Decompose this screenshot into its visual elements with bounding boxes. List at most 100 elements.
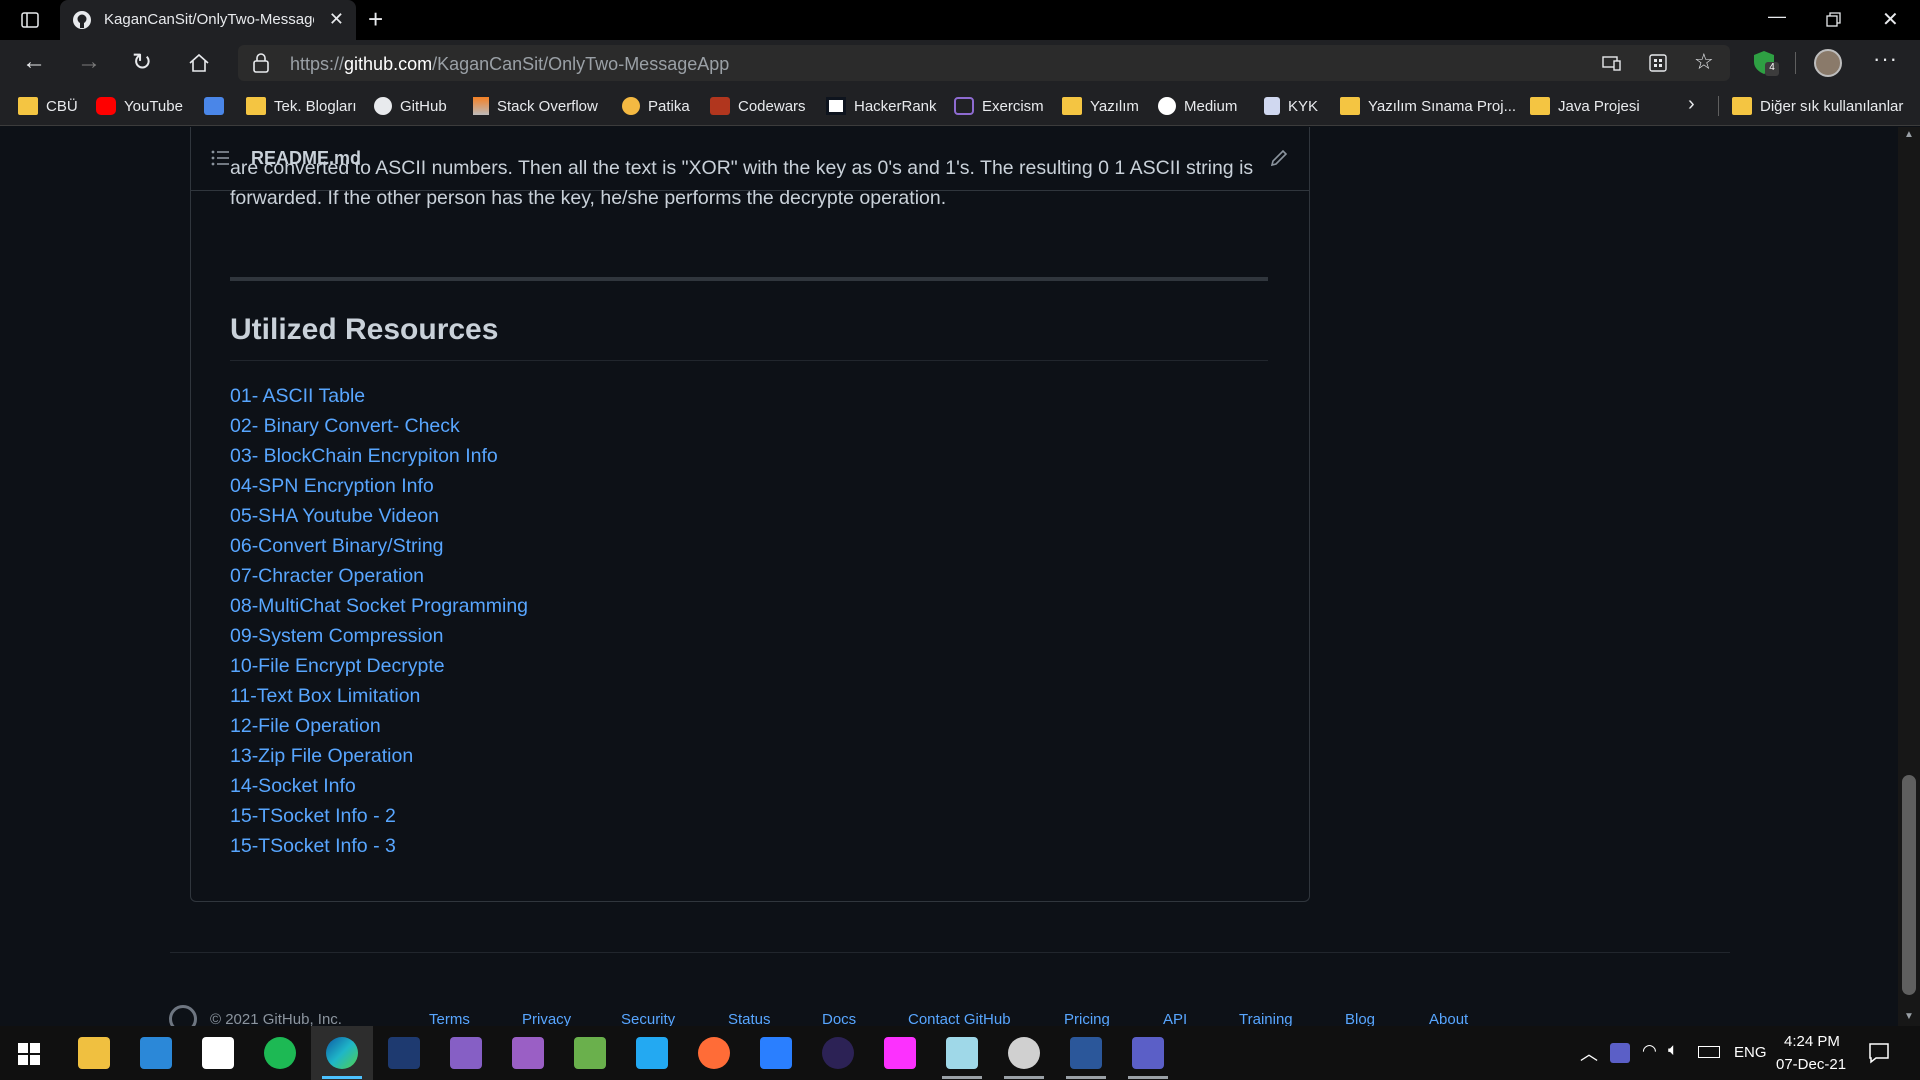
bookmark-label: Stack Overflow [497,97,598,115]
new-tab-icon[interactable]: + [368,4,383,35]
visual-studio-preview-icon[interactable] [512,1037,544,1069]
address-bar[interactable]: https://github.com/KaganCanSit/OnlyTwo-M… [238,45,1730,81]
volume-icon[interactable]: 🔈︎ [1668,1040,1678,1060]
favorites-star-icon[interactable]: ☆ [1694,49,1714,75]
bookmarks-divider [1718,96,1719,116]
bookmark-stack-overflow[interactable]: Stack Overflow [473,96,598,116]
chevron-right-icon[interactable]: › [1688,93,1695,116]
wireshark-icon[interactable] [760,1037,792,1069]
restore-icon[interactable] [1826,12,1842,28]
forward-icon[interactable]: → [77,48,101,76]
read-aloud-icon[interactable] [1648,53,1668,73]
edge-browser-icon[interactable] [326,1037,358,1069]
bookmark-youtube[interactable]: YouTube [96,96,183,116]
resource-link[interactable]: 06-Convert Binary/String [230,535,444,558]
resource-link[interactable]: 08-MultiChat Socket Programming [230,595,528,618]
vscode-icon[interactable] [636,1037,668,1069]
bookmark-patika[interactable]: Patika [622,96,690,116]
edit-pencil-icon[interactable] [1269,148,1289,168]
bookmark-kyk[interactable]: KYK [1264,96,1318,116]
bookmark-medium[interactable]: Medium [1158,96,1237,116]
notion-icon[interactable] [202,1037,234,1069]
bookmark-translate[interactable] [204,96,224,116]
clock-time[interactable]: 4:24 PM [1784,1033,1840,1050]
youtube-icon [96,97,116,115]
postman-icon[interactable] [698,1037,730,1069]
resource-link[interactable]: 14-Socket Info [230,775,356,798]
language-indicator[interactable]: ENG [1734,1044,1767,1061]
scroll-up-icon[interactable]: ▲ [1904,129,1914,140]
file-explorer-icon[interactable] [78,1037,110,1069]
teams-tray-icon[interactable] [1610,1043,1630,1063]
footer-divider [170,952,1730,953]
running-app-indicator [942,1076,982,1079]
bookmark-tek-bloglari[interactable]: Tek. Blogları [246,96,357,116]
lock-icon[interactable] [252,53,270,73]
scrollbar-thumb[interactable] [1902,775,1916,995]
app-available-icon[interactable] [1602,55,1622,71]
clock-date[interactable]: 07-Dec-21 [1776,1056,1846,1073]
resource-link[interactable]: 09-System Compression [230,625,444,648]
eclipse-icon[interactable] [822,1037,854,1069]
resource-link[interactable]: 03- BlockChain Encrypiton Info [230,445,498,468]
notifications-icon[interactable] [1868,1042,1890,1064]
bookmarks-bar: CBÜ YouTube Tek. Blogları GitHub Stack O… [0,86,1920,126]
url-text[interactable]: https://github.com/KaganCanSit/OnlyTwo-M… [290,54,729,75]
tab-actions-icon[interactable] [20,10,40,30]
bookmark-github[interactable]: GitHub [374,96,447,116]
resource-link[interactable]: 13-Zip File Operation [230,745,413,768]
dev-cpp-icon[interactable] [388,1037,420,1069]
home-icon[interactable] [188,53,210,73]
tab-title: KaganCanSit/OnlyTwo-MessageApp [104,11,314,28]
resource-link[interactable]: 01- ASCII Table [230,385,365,408]
bookmark-cbu[interactable]: CBÜ [18,96,78,116]
resource-link[interactable]: 15-TSocket Info - 3 [230,835,396,858]
teams-icon[interactable] [1132,1037,1164,1069]
media-player-icon[interactable] [1008,1037,1040,1069]
more-menu-icon[interactable]: ··· [1873,46,1898,72]
bookmark-yazilim[interactable]: Yazılım [1062,96,1139,116]
bookmark-other-favorites[interactable]: Diğer sık kullanılanlar [1732,96,1903,116]
bookmark-yazilim-sinama[interactable]: Yazılım Sınama Proj... [1340,96,1516,116]
intellij-icon[interactable] [884,1037,916,1069]
bookmark-hackerrank[interactable]: HackerRank [826,96,937,116]
tab-close-icon[interactable]: ✕ [329,9,344,30]
resource-link[interactable]: 10-File Encrypt Decrypte [230,655,445,678]
bookmark-codewars[interactable]: Codewars [710,96,806,116]
resource-link[interactable]: 05-SHA Youtube Videon [230,505,439,528]
xampp-icon[interactable] [574,1037,606,1069]
table-of-contents-icon[interactable] [211,149,231,167]
folder-icon [1732,97,1752,115]
running-app-indicator [1066,1076,1106,1079]
tray-chevron-up-icon[interactable]: ︿ [1580,1040,1598,1066]
extension-shield-icon[interactable]: 4 [1752,49,1779,76]
scroll-down-icon[interactable]: ▼ [1904,1011,1914,1022]
browser-tab[interactable]: KaganCanSit/OnlyTwo-MessageApp ✕ [60,0,356,40]
back-icon[interactable]: ← [22,48,46,76]
refresh-icon[interactable]: ↻ [132,48,152,77]
section-heading: Utilized Resources [230,313,499,346]
minimize-icon[interactable]: — [1768,6,1786,27]
word-icon[interactable] [1070,1037,1102,1069]
close-window-icon[interactable]: ✕ [1882,7,1899,32]
translate-icon [204,97,224,115]
bookmark-exercism[interactable]: Exercism [954,96,1044,116]
profile-avatar[interactable] [1814,49,1842,77]
resource-link[interactable]: 11-Text Box Limitation [230,685,420,708]
resource-link[interactable]: 12-File Operation [230,715,381,738]
resource-link[interactable]: 04-SPN Encryption Info [230,475,434,498]
resource-link[interactable]: 15-TSocket Info - 2 [230,805,396,828]
resource-link[interactable]: 02- Binary Convert- Check [230,415,460,438]
mail-icon[interactable] [140,1037,172,1069]
dbeaver-icon[interactable] [946,1037,978,1069]
heading-underline [230,360,1268,361]
folder-icon [1530,97,1550,115]
windows-start-icon[interactable] [18,1043,40,1065]
wifi-icon[interactable]: ◠ [1642,1041,1657,1061]
bookmark-java-projesi[interactable]: Java Projesi [1530,96,1640,116]
url-prefix: https:// [290,54,345,74]
resource-link[interactable]: 07-Chracter Operation [230,565,424,588]
spotify-icon[interactable] [264,1037,296,1069]
visual-studio-icon[interactable] [450,1037,482,1069]
battery-icon[interactable] [1698,1046,1720,1058]
